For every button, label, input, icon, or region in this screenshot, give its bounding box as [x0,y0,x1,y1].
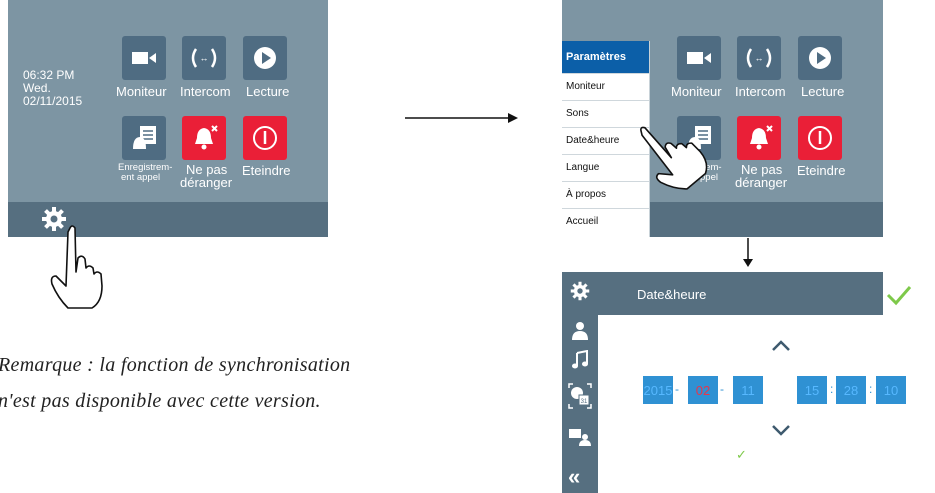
sync-check-mark: ✓ [736,447,747,462]
intercom-label-r: Intercom [735,84,786,99]
clock-time: 06:32 PM [23,68,75,82]
playback-tile-r[interactable] [798,36,842,80]
power-icon [808,126,832,150]
power-off-label-r: Eteindre [797,163,846,178]
date-time-header [562,272,883,315]
play-icon [809,47,831,69]
play-icon [254,47,276,69]
menu-item-monitor[interactable]: Moniteur [562,73,649,100]
video-camera-icon [132,52,156,64]
intercom-tile-r[interactable]: ↔ [737,36,781,80]
playback-label: Lecture [246,84,290,99]
svg-text:↔: ↔ [755,53,764,63]
hand-pointer-icon [640,126,708,190]
gear-icon[interactable] [570,281,590,301]
chevron-down-icon[interactable] [771,424,791,436]
date-separator: - [675,382,679,396]
intercom-icon: ↔ [746,48,772,68]
time-separator: : [869,382,873,396]
do-not-disturb-label-2: déranger [180,175,233,190]
confirm-check-icon[interactable] [886,284,912,306]
date-time-title: Date&heure [637,287,707,302]
call-recording-label-2: ent appel [121,172,161,183]
do-not-disturb-tile-r[interactable] [737,116,781,160]
intercom-icon: ↔ [191,48,217,68]
power-off-tile[interactable] [243,116,287,160]
video-camera-icon [687,52,711,64]
monitor-label: Moniteur [116,84,167,99]
call-recording-tile[interactable] [122,116,166,160]
power-icon [253,126,277,150]
clock-date: 02/11/2015 [23,94,83,108]
monitor-tile[interactable] [122,36,166,80]
svg-text:↔: ↔ [200,53,209,63]
monitor-tile-r[interactable] [677,36,721,80]
music-note-icon[interactable] [570,350,590,370]
power-off-label: Eteindre [242,163,291,178]
note-line-1: Remarque : la fonction de synchronisatio… [0,354,351,376]
do-not-disturb-label-r2: déranger [735,175,788,190]
time-separator: : [830,382,834,396]
screen-user-icon[interactable] [568,427,592,447]
playback-tile[interactable] [243,36,287,80]
settings-menu-title: Paramètres [562,41,649,73]
do-not-disturb-tile[interactable] [182,116,226,160]
day-field[interactable]: 11 [733,376,763,404]
power-off-tile-r[interactable] [798,116,842,160]
note-line-2: n'est pas disponible avec cette version. [0,390,321,412]
call-recording-icon [133,126,156,149]
clock-day: Wed. [23,81,51,95]
arrow-down-icon [743,238,753,267]
svg-text:31: 31 [581,399,588,405]
intercom-tile[interactable]: ↔ [182,36,226,80]
hour-field[interactable]: 15 [797,376,827,404]
second-field[interactable]: 10 [876,376,906,404]
date-separator: - [720,382,724,396]
month-field[interactable]: 02 [688,376,718,404]
calendar-clock-icon[interactable]: 31 [567,382,593,410]
hand-pointer-icon [50,225,103,309]
arrow-right-icon [405,113,518,123]
menu-item-home[interactable]: Accueil [562,208,649,235]
minute-field[interactable]: 28 [836,376,866,404]
do-not-disturb-bell-icon [750,125,773,150]
user-icon[interactable] [570,321,590,341]
intercom-label: Intercom [180,84,231,99]
back-icon[interactable]: « [568,466,580,488]
playback-label-r: Lecture [801,84,845,99]
do-not-disturb-bell-icon [195,125,218,150]
monitor-label-r: Moniteur [671,84,722,99]
year-field[interactable]: 2015 [643,376,673,404]
chevron-up-icon[interactable] [771,340,791,352]
